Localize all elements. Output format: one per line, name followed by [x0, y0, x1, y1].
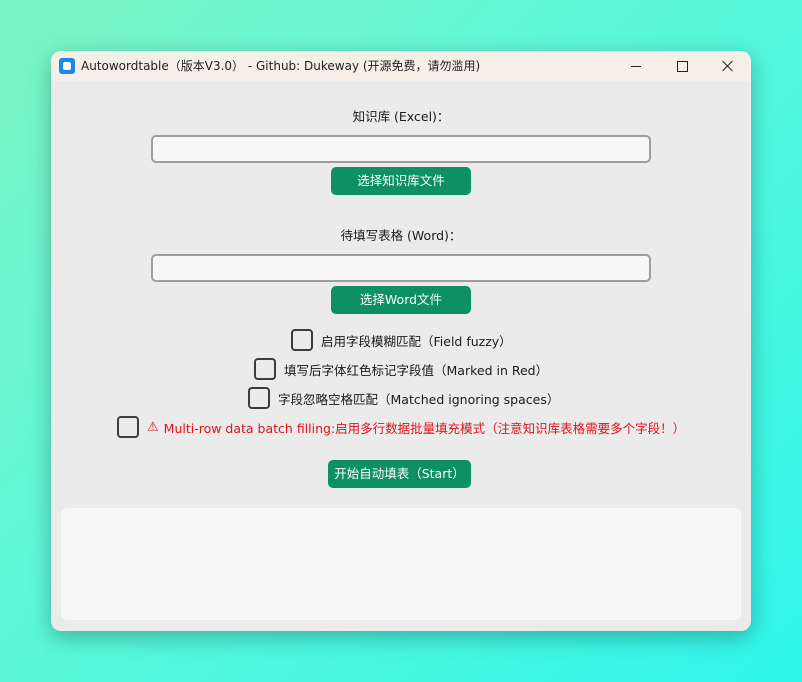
ignore-spaces-option[interactable]: 字段忽略空格匹配（Matched ignoring spaces）	[248, 386, 559, 410]
ignore-spaces-checkbox[interactable]	[248, 387, 270, 409]
app-icon	[59, 58, 75, 74]
warning-icon: ⚠	[147, 419, 159, 435]
red-mark-checkbox[interactable]	[254, 358, 276, 380]
maximize-button[interactable]	[659, 51, 705, 81]
multirow-label: Multi-row data batch filling:启用多行数据批量填充模…	[163, 420, 686, 436]
log-output-area[interactable]	[61, 508, 741, 620]
window-title: Autowordtable（版本V3.0） - Github: Dukeway …	[81, 59, 481, 73]
title-bar: Autowordtable（版本V3.0） - Github: Dukeway …	[51, 51, 751, 81]
red-mark-option[interactable]: 填写后字体红色标记字段值（Marked in Red）	[254, 357, 548, 381]
maximize-icon	[676, 60, 688, 72]
close-button[interactable]	[705, 51, 751, 81]
fuzzy-label: 启用字段模糊匹配（Field fuzzy）	[321, 333, 512, 349]
fuzzy-option[interactable]: 启用字段模糊匹配（Field fuzzy）	[291, 328, 512, 352]
word-label: 待填写表格 (Word)：	[340, 228, 462, 243]
knowledge-label: 知识库 (Excel)：	[352, 109, 450, 124]
multirow-option[interactable]: ⚠ Multi-row data batch filling:启用多行数据批量填…	[117, 415, 685, 439]
red-mark-label: 填写后字体红色标记字段值（Marked in Red）	[284, 362, 549, 378]
minimize-button[interactable]	[613, 51, 659, 81]
ignore-spaces-label: 字段忽略空格匹配（Matched ignoring spaces）	[278, 391, 560, 407]
word-path-input[interactable]	[151, 254, 651, 282]
start-button[interactable]: 开始自动填表（Start）	[328, 460, 471, 488]
select-knowledge-button[interactable]: 选择知识库文件	[331, 167, 471, 195]
close-icon	[722, 60, 734, 72]
select-word-button[interactable]: 选择Word文件	[331, 286, 471, 314]
app-window: Autowordtable（版本V3.0） - Github: Dukeway …	[51, 51, 751, 631]
knowledge-path-input[interactable]	[151, 135, 651, 163]
multirow-checkbox[interactable]	[117, 416, 139, 438]
fuzzy-checkbox[interactable]	[291, 329, 313, 351]
minimize-icon	[631, 65, 641, 67]
